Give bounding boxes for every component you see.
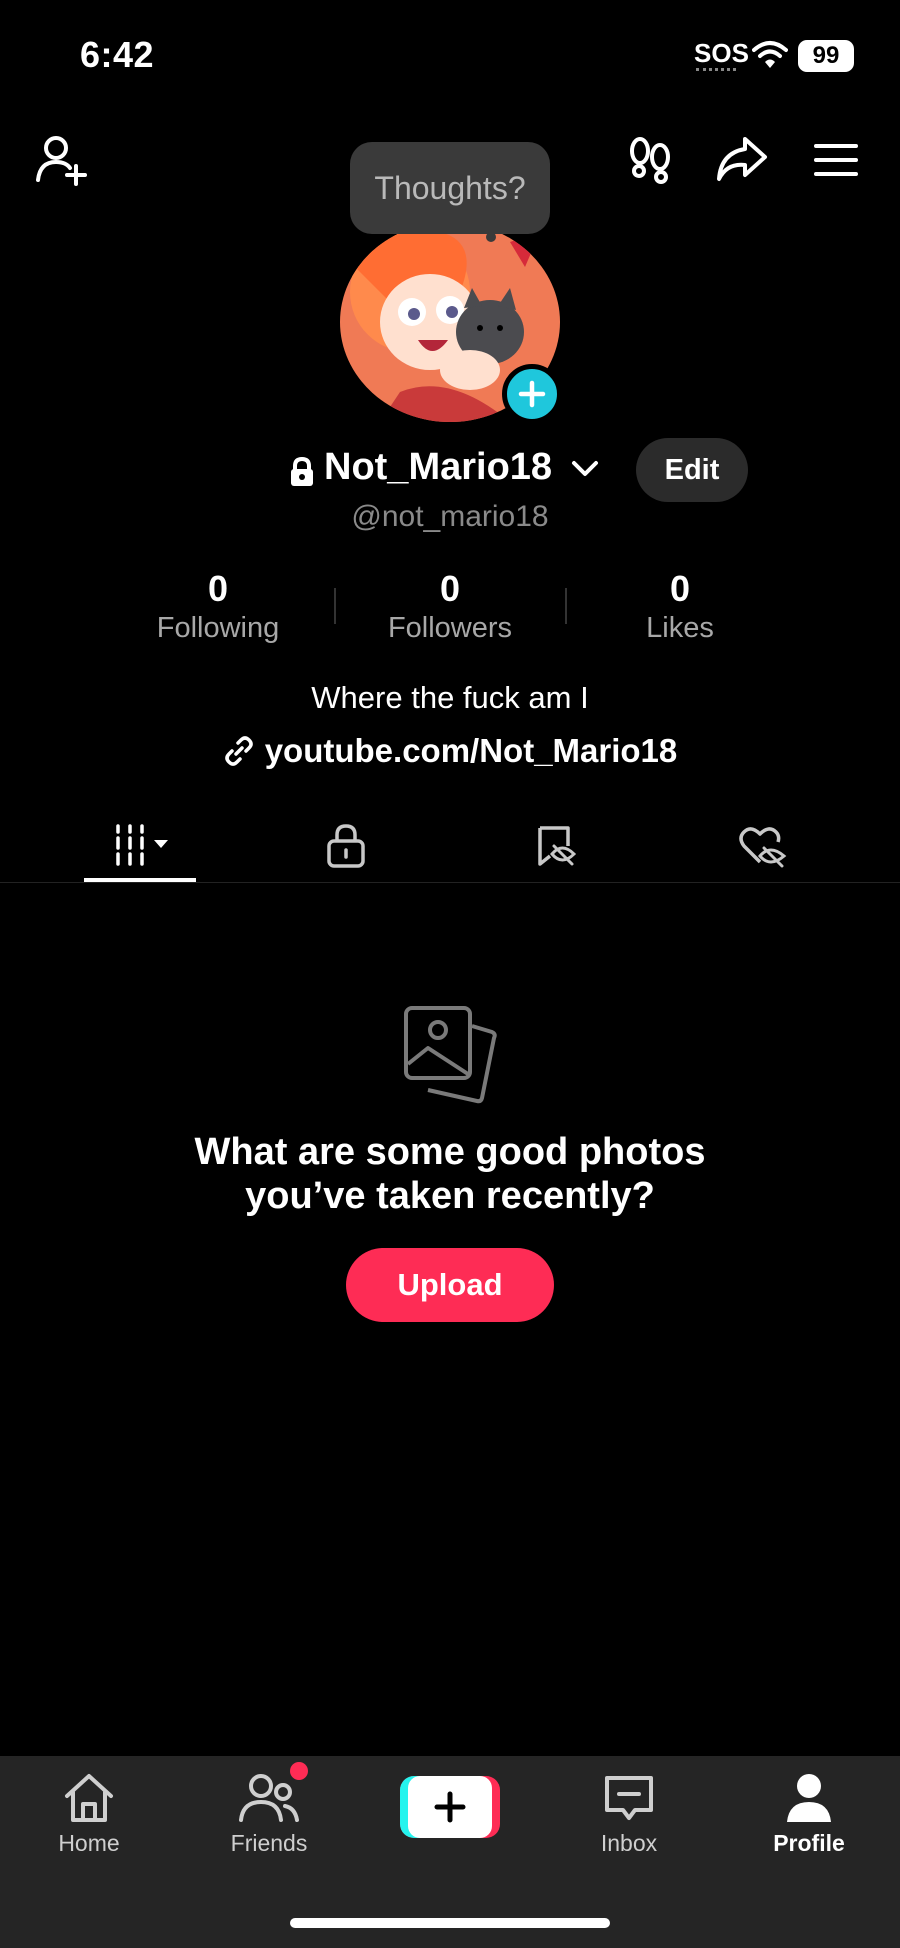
stat-likes[interactable]: 0 Likes (580, 568, 780, 645)
tab-hidden-reposts[interactable] (496, 808, 616, 884)
empty-state-line-2: you’ve taken recently? (245, 1175, 655, 1217)
chevron-down-icon[interactable] (570, 458, 600, 485)
add-friend-icon[interactable] (34, 132, 90, 188)
menu-icon[interactable] (808, 132, 864, 188)
battery-indicator: 99 (798, 40, 854, 72)
stat-value: 0 (439, 568, 461, 609)
user-handle: @not_mario18 (351, 500, 549, 533)
create-button[interactable] (400, 1776, 500, 1838)
status-time: 6:42 (80, 34, 155, 75)
private-lock-icon (288, 456, 316, 493)
nav-home-label: Home (58, 1830, 120, 1856)
signal-dots (696, 68, 736, 75)
profile-icon (787, 1774, 831, 1822)
photos-icon (402, 1004, 498, 1109)
stat-divider (565, 588, 567, 624)
stat-divider (334, 588, 336, 624)
tab-hidden-likes[interactable] (702, 808, 822, 884)
tab-videos[interactable] (80, 808, 200, 884)
create-button-face (408, 1776, 492, 1838)
stat-following[interactable]: 0 Following (118, 568, 318, 645)
notification-dot (290, 1762, 308, 1780)
nav-profile-label: Profile (773, 1830, 845, 1856)
home-icon (65, 1774, 113, 1822)
stat-value: 0 (669, 568, 691, 609)
empty-state-line-1: What are some good photos (194, 1131, 706, 1173)
stat-value: 0 (207, 568, 229, 609)
grid-icon (116, 824, 168, 866)
stat-label: Following (156, 612, 280, 644)
inbox-icon (605, 1776, 653, 1820)
wifi-icon (752, 40, 788, 75)
profile-link[interactable]: youtube.com/Not_Mario18 (0, 732, 900, 770)
home-indicator (290, 1918, 610, 1928)
empty-state-message: What are some good photos you’ve taken r… (0, 1130, 900, 1218)
thoughts-bubble[interactable]: Thoughts? (350, 142, 550, 234)
thoughts-tail (486, 232, 496, 242)
sos-indicator: SOS (694, 38, 749, 68)
link-text[interactable]: youtube.com/Not_Mario18 (265, 732, 678, 770)
upload-button[interactable]: Upload (346, 1248, 554, 1322)
friends-icon (239, 1774, 299, 1822)
nav-profile[interactable]: Profile (744, 1772, 874, 1857)
nav-home[interactable]: Home (24, 1772, 154, 1857)
edit-profile-button[interactable]: Edit (636, 438, 748, 502)
nav-inbox[interactable]: Inbox (564, 1772, 694, 1857)
link-icon (224, 736, 253, 766)
bookmark-hidden-icon (538, 826, 577, 866)
stat-followers[interactable]: 0 Followers (350, 568, 550, 645)
plus-icon (434, 1791, 466, 1823)
stat-label: Likes (646, 612, 714, 644)
add-avatar-button[interactable] (502, 364, 562, 424)
plus-icon (518, 380, 546, 408)
share-icon[interactable] (714, 132, 770, 188)
username[interactable]: Not_Mario18 (324, 446, 552, 489)
stat-label: Followers (387, 612, 513, 644)
tab-private[interactable] (286, 808, 406, 884)
tab-divider (0, 882, 900, 883)
lock-icon (327, 824, 365, 868)
footprints-icon[interactable] (622, 132, 678, 188)
profile-bio: Where the fuck am I (311, 680, 589, 715)
nav-friends-label: Friends (230, 1830, 308, 1856)
heart-hidden-icon (739, 827, 787, 868)
nav-friends[interactable]: Friends (204, 1772, 334, 1857)
nav-inbox-label: Inbox (600, 1830, 658, 1856)
